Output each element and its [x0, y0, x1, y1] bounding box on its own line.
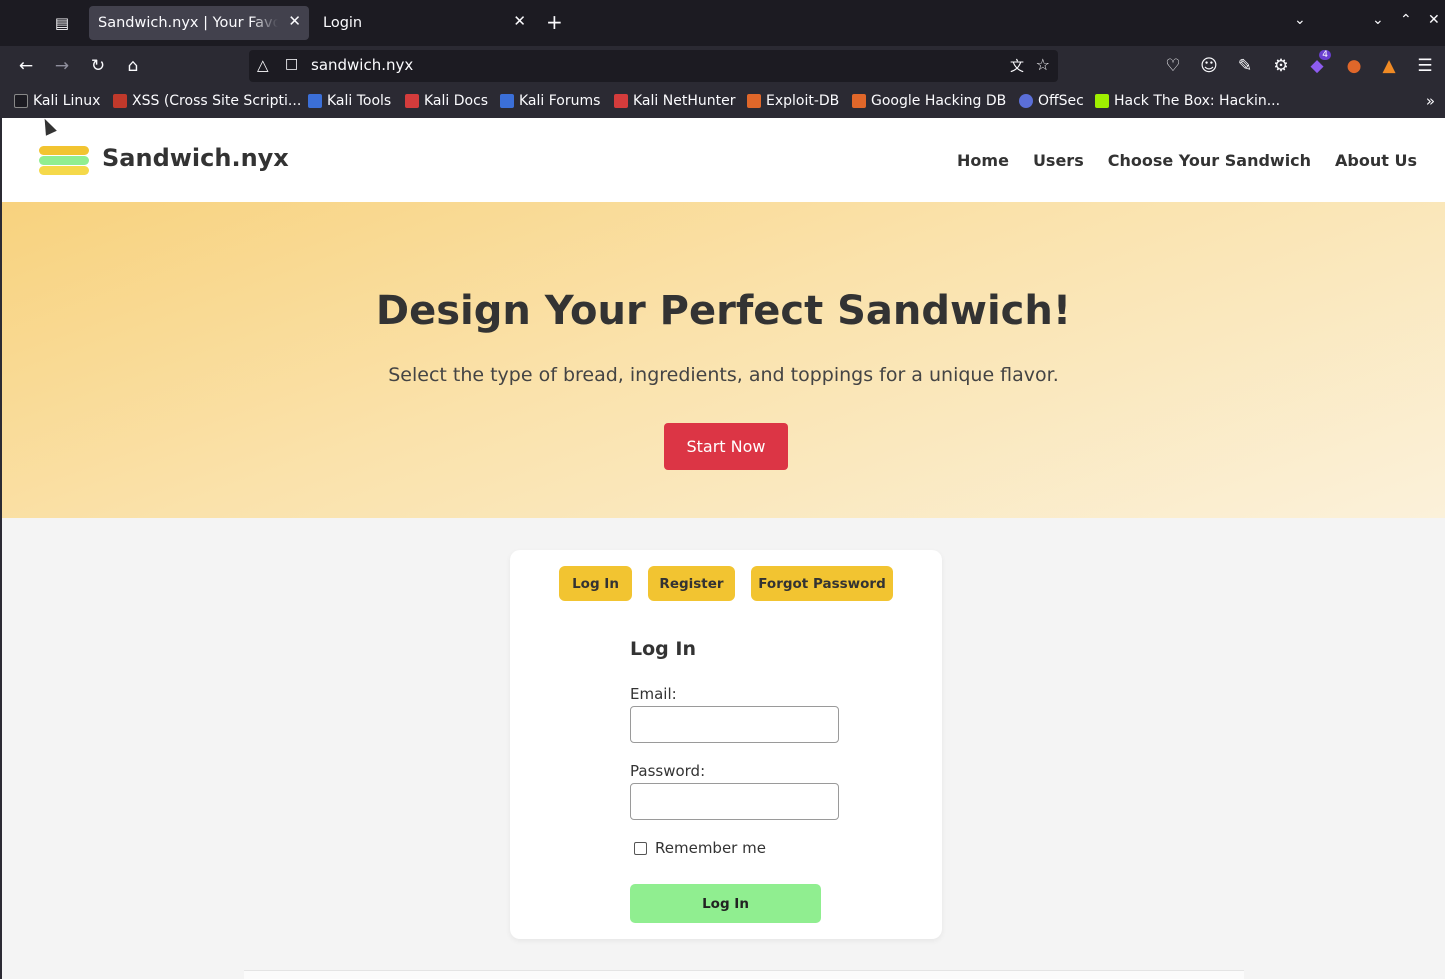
- translate-icon[interactable]: 文: [1010, 56, 1024, 76]
- extension-badge: 4: [1319, 50, 1331, 60]
- star-icon[interactable]: ☆: [1036, 55, 1050, 74]
- lock-icon[interactable]: □: [285, 56, 298, 72]
- menu-icon[interactable]: ☰: [1413, 54, 1437, 78]
- metamask-icon[interactable]: ▲: [1377, 54, 1401, 78]
- htb-icon: [1095, 94, 1109, 108]
- bookmark-kali-docs[interactable]: Kali Docs: [405, 93, 488, 109]
- tab-login[interactable]: Login ✕: [314, 6, 534, 40]
- url-text[interactable]: sandwich.nyx: [311, 56, 413, 74]
- forgot-password-tab-button[interactable]: Forgot Password: [751, 566, 893, 601]
- register-tab-button[interactable]: Register: [648, 566, 735, 601]
- chevron-down-icon[interactable]: ⌄: [1294, 12, 1306, 28]
- password-field[interactable]: [630, 783, 839, 820]
- tab-overview-icon[interactable]: ▤: [48, 10, 76, 36]
- extensions-icon[interactable]: ✎: [1233, 54, 1257, 78]
- tab-bar: ▤ Sandwich.nyx | Your Favori ✕ Login ✕ +…: [0, 0, 1445, 46]
- bookmark-xss[interactable]: XSS (Cross Site Scripti...: [113, 93, 301, 109]
- next-section-edge: [244, 970, 1244, 979]
- start-now-button[interactable]: Start Now: [664, 423, 788, 470]
- tab-sandwich[interactable]: Sandwich.nyx | Your Favori ✕: [89, 6, 309, 40]
- shield-icon[interactable]: △: [257, 56, 269, 74]
- chevron-right-icon[interactable]: »: [1426, 92, 1435, 110]
- nav-home[interactable]: Home: [957, 151, 1009, 170]
- hero-banner: Design Your Perfect Sandwich! Select the…: [2, 202, 1445, 518]
- offsec-icon: [1019, 94, 1033, 108]
- close-icon[interactable]: ✕: [288, 12, 301, 30]
- bookmark-kali-forums[interactable]: Kali Forums: [500, 93, 600, 109]
- brand-name[interactable]: Sandwich.nyx: [102, 144, 289, 172]
- extension-purple-icon[interactable]: ◆ 4: [1305, 50, 1331, 78]
- url-bar[interactable]: △ □ sandwich.nyx 文 ☆: [249, 50, 1058, 82]
- new-tab-icon[interactable]: +: [546, 10, 563, 34]
- kali-docs-icon: [405, 94, 419, 108]
- kali-icon: [14, 94, 28, 108]
- gear-icon[interactable]: ⚙: [1269, 54, 1293, 78]
- ghdb-icon: [852, 94, 866, 108]
- kali-forums-icon: [500, 94, 514, 108]
- hero-subtitle: Select the type of bread, ingredients, a…: [388, 364, 1059, 386]
- main-nav: Home Users Choose Your Sandwich About Us: [957, 151, 1417, 170]
- bookmark-offsec[interactable]: OffSec: [1019, 93, 1084, 109]
- nav-users[interactable]: Users: [1033, 151, 1084, 170]
- login-tab-button[interactable]: Log In: [559, 566, 632, 601]
- nethunter-icon: [614, 94, 628, 108]
- pocket-icon[interactable]: ♡: [1161, 54, 1185, 78]
- nav-toolbar: ← → ↻ ⌂ △ □ sandwich.nyx 文 ☆ ♡ ☺ ✎ ⚙ ◆ 4…: [0, 46, 1445, 86]
- xss-icon: [113, 94, 127, 108]
- bookmark-exploit-db[interactable]: Exploit-DB: [747, 93, 839, 109]
- minimize-icon[interactable]: ⌄: [1372, 12, 1384, 28]
- reload-icon[interactable]: ↻: [86, 54, 110, 78]
- site-header: Sandwich.nyx Home Users Choose Your Sand…: [2, 118, 1445, 202]
- form-title: Log In: [630, 638, 696, 660]
- tab-title: Login: [323, 15, 363, 31]
- bookmark-kali-linux[interactable]: Kali Linux: [14, 93, 100, 109]
- hero-title: Design Your Perfect Sandwich!: [375, 288, 1072, 334]
- nav-choose-sandwich[interactable]: Choose Your Sandwich: [1108, 151, 1311, 170]
- login-submit-button[interactable]: Log In: [630, 884, 821, 923]
- email-label: Email:: [630, 685, 677, 703]
- page-viewport: Sandwich.nyx Home Users Choose Your Sand…: [2, 118, 1445, 979]
- kali-tools-icon: [308, 94, 322, 108]
- back-icon[interactable]: ←: [14, 54, 38, 78]
- close-icon[interactable]: ✕: [513, 12, 526, 30]
- exploit-db-icon: [747, 94, 761, 108]
- account-icon[interactable]: ☺: [1197, 54, 1221, 78]
- nav-about-us[interactable]: About Us: [1335, 151, 1417, 170]
- remember-me-checkbox[interactable]: [634, 842, 647, 855]
- maximize-icon[interactable]: ⌃: [1400, 12, 1412, 28]
- tab-title: Sandwich.nyx | Your Favori: [98, 15, 278, 31]
- remember-me-label[interactable]: Remember me: [655, 839, 766, 857]
- email-field[interactable]: [630, 706, 839, 743]
- password-label: Password:: [630, 762, 706, 780]
- bookmarks-bar: Kali Linux XSS (Cross Site Scripti... Ka…: [0, 86, 1445, 118]
- auth-card: Log In Register Forgot Password Log In E…: [510, 550, 942, 939]
- window-close-icon[interactable]: ✕: [1428, 12, 1440, 28]
- forward-icon[interactable]: →: [50, 54, 74, 78]
- home-icon[interactable]: ⌂: [121, 54, 145, 78]
- sandwich-logo-icon[interactable]: [39, 146, 89, 176]
- bookmark-kali-nethunter[interactable]: Kali NetHunter: [614, 93, 735, 109]
- bookmark-hack-the-box[interactable]: Hack The Box: Hackin...: [1095, 93, 1280, 109]
- extension-cookie-icon[interactable]: ●: [1342, 54, 1366, 78]
- bookmark-kali-tools[interactable]: Kali Tools: [308, 93, 391, 109]
- bookmark-google-hacking-db[interactable]: Google Hacking DB: [852, 93, 1006, 109]
